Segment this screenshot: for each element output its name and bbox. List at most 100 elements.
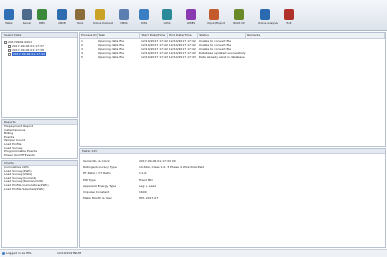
- server-icon: [22, 9, 32, 20]
- meter-info-value: 1:1/1: [139, 171, 147, 176]
- toolbar-button-backup[interactable]: BACK UP: [232, 1, 246, 29]
- diss-icon: [139, 9, 149, 20]
- user-status-text: Logged in as HPL: [5, 251, 32, 255]
- meter-info-label: Serial No. & Clock: [83, 159, 110, 163]
- toolbar-button-amcb[interactable]: AMCB: [55, 1, 69, 29]
- toolbar-button-diss[interactable]: DISS: [137, 1, 151, 29]
- expand-icon[interactable]: [8, 52, 11, 56]
- tree-node-label: 2017-09-06 01:17:43: [12, 52, 46, 56]
- expand-icon[interactable]: [4, 40, 7, 44]
- online-analysis-icon: [260, 9, 270, 20]
- table-cell: 12/10/2017 17:42: [168, 42, 196, 47]
- toolbar-label: Online Analysis: [258, 22, 278, 25]
- status-bar: Logged in as HPL 12/10/2017 NUM: [0, 249, 387, 257]
- reports-panel: Reports Prepayment Report Instantaneous Bi…: [1, 119, 78, 159]
- user-icon: [2, 251, 5, 255]
- table-cell: 5: [81, 54, 83, 59]
- toolbar-label: Online Demand: [93, 22, 114, 25]
- toolbar-label: Tools: [76, 22, 84, 25]
- toolbar-label: LOSS: [163, 22, 171, 25]
- meter-info-row: Serial No. & Clock 2017-09-06 01:17:43 00: [83, 159, 176, 163]
- exit-icon: [284, 9, 294, 20]
- meter-info-label: MD Type: [83, 177, 96, 182]
- amcb-icon: [57, 9, 67, 20]
- status-date: 12/10/2017: [57, 251, 75, 255]
- meter-info-row: Apparent Energy Type Lag + Lead: [83, 183, 156, 188]
- tree-node[interactable]: 2017-09-06 01:17:43: [8, 52, 46, 56]
- toolbar-label: BMS: [39, 22, 45, 25]
- meter-info-label: Impulse Constant: [83, 190, 110, 194]
- toolbar-button-online-analysis[interactable]: Online Analysis: [258, 1, 278, 29]
- bms-icon: [37, 9, 47, 20]
- toolbar-label: DISS: [140, 22, 148, 25]
- meter-icon: [4, 9, 14, 20]
- toolbar-button-tools[interactable]: Tools: [73, 1, 87, 29]
- toolbar-label: Exit: [286, 22, 292, 25]
- toolbar-button-import-export[interactable]: Import/Export: [207, 1, 225, 29]
- meter-info-label: PT Ratio / CT Ratio: [83, 171, 111, 176]
- meter-info-row: Impulse Constant 1600: [83, 190, 147, 194]
- process-table: Process ID Task Start Date/Time End Date/Ti…: [80, 33, 385, 59]
- table-cell: 12/10/2017 17:42: [140, 46, 168, 51]
- meter-info-row: Ratings/Accuracy Type 10-60A, Class 1.0, …: [83, 165, 204, 170]
- toolbar-label: Server: [22, 22, 32, 25]
- user-status: Logged in as HPL: [2, 250, 32, 257]
- toolbar-button-server[interactable]: Server: [20, 1, 34, 29]
- table-cell: 12/10/2017 17:42: [168, 38, 196, 43]
- dbss-icon: [119, 9, 129, 20]
- table-cell: 12/10/2017 17:42: [168, 46, 196, 51]
- meter-info-value: Fixed MD: [139, 177, 153, 182]
- meter-info-row: Make Month & Year HPL 2017-07: [83, 196, 158, 201]
- toolbar-label: LPRES: [186, 22, 196, 25]
- toolbar-button-bms[interactable]: BMS: [35, 1, 49, 29]
- toolbar-button-meter[interactable]: Meter: [2, 1, 16, 29]
- toolbar-button-loss[interactable]: LOSS: [160, 1, 174, 29]
- list-item[interactable]: Power On/Off Events: [2, 153, 77, 158]
- tools-icon: [75, 9, 85, 20]
- toolbar-label: AMCB: [58, 22, 66, 25]
- toolbar-label: DBSS: [120, 22, 128, 25]
- main-toolbar: Meter Server BMS AMCB Tools Online Demand DBSS…: [0, 0, 387, 31]
- import-export-icon: [209, 9, 219, 20]
- process-table-panel: Process ID Task Start Date/Time End Date/Ti…: [79, 32, 386, 147]
- toolbar-button-exit[interactable]: Exit: [282, 1, 296, 29]
- table-cell: 12/10/2017 17:43: [140, 54, 168, 59]
- table-cell: 12/10/2017 17:43: [168, 54, 196, 59]
- charts-list: Cumulative kWh Load Survey(kWh) Load Surve…: [2, 165, 77, 192]
- meter-info-row: MD Type Fixed MD: [83, 177, 153, 182]
- status-indicator: NUM: [74, 251, 82, 255]
- meter-info-panel: Meter Info Serial No. & Clock 2017-09-06 …: [79, 148, 386, 248]
- meter-info-row: PT Ratio / CT Ratio 1:1/1: [83, 171, 147, 176]
- backup-icon: [234, 9, 244, 20]
- lpres-icon: [186, 9, 196, 20]
- toolbar-label: Meter: [5, 22, 13, 25]
- meter-info-value: 1600: [139, 190, 147, 194]
- table-row[interactable]: 5 Opening data file 12/10/2017 17:43 12/10/…: [80, 55, 385, 59]
- table-cell: 12/10/2017 17:42: [140, 50, 168, 55]
- table-cell: Data already exist in database: [198, 54, 245, 59]
- data-tree: 20170906-0001 2017-09-06 01:17:37 2017-09-…: [2, 38, 77, 116]
- table-cell: 12/10/2017 17:42: [140, 42, 168, 47]
- meter-info-label: Make Month & Year: [83, 196, 112, 201]
- table-cell: 12/10/2017 17:42: [168, 50, 196, 55]
- meter-info-value: Lag + Lead: [139, 183, 157, 188]
- online-demand-icon: [95, 9, 105, 20]
- meter-info-value: 10-60A, Class 1.0, 3 Phase 4 Wire Post-P…: [139, 165, 205, 170]
- toolbar-button-dbss[interactable]: DBSS: [117, 1, 131, 29]
- meter-info-label: Apparent Energy Type: [83, 183, 117, 188]
- toolbar-label: Import/Export: [207, 22, 225, 25]
- charts-panel: Charts Cumulative kWh Load Survey(kWh) Loa…: [1, 160, 78, 248]
- table-cell: Opening data file: [98, 54, 124, 59]
- toolbar-button-lpres[interactable]: LPRES: [184, 1, 198, 29]
- table-cell: 12/10/2017 17:42: [140, 38, 168, 43]
- list-item[interactable]: Load Profile Selected(kWh): [2, 187, 77, 192]
- loss-icon: [162, 9, 172, 20]
- table-cell: [246, 55, 385, 59]
- reports-list: Prepayment Report Instantaneous Billing Eve…: [2, 124, 77, 158]
- select-data-panel: Select Data 20170906-0001 2017-09-06 01:1…: [1, 32, 78, 118]
- toolbar-button-online-demand[interactable]: Online Demand: [93, 1, 114, 29]
- meter-info-label: Ratings/Accuracy Type: [83, 165, 117, 170]
- toolbar-label: BACK UP: [233, 22, 245, 25]
- table-cell: Database updated successfully: [198, 50, 246, 55]
- meter-info-value: HPL 2017-07: [139, 196, 159, 201]
